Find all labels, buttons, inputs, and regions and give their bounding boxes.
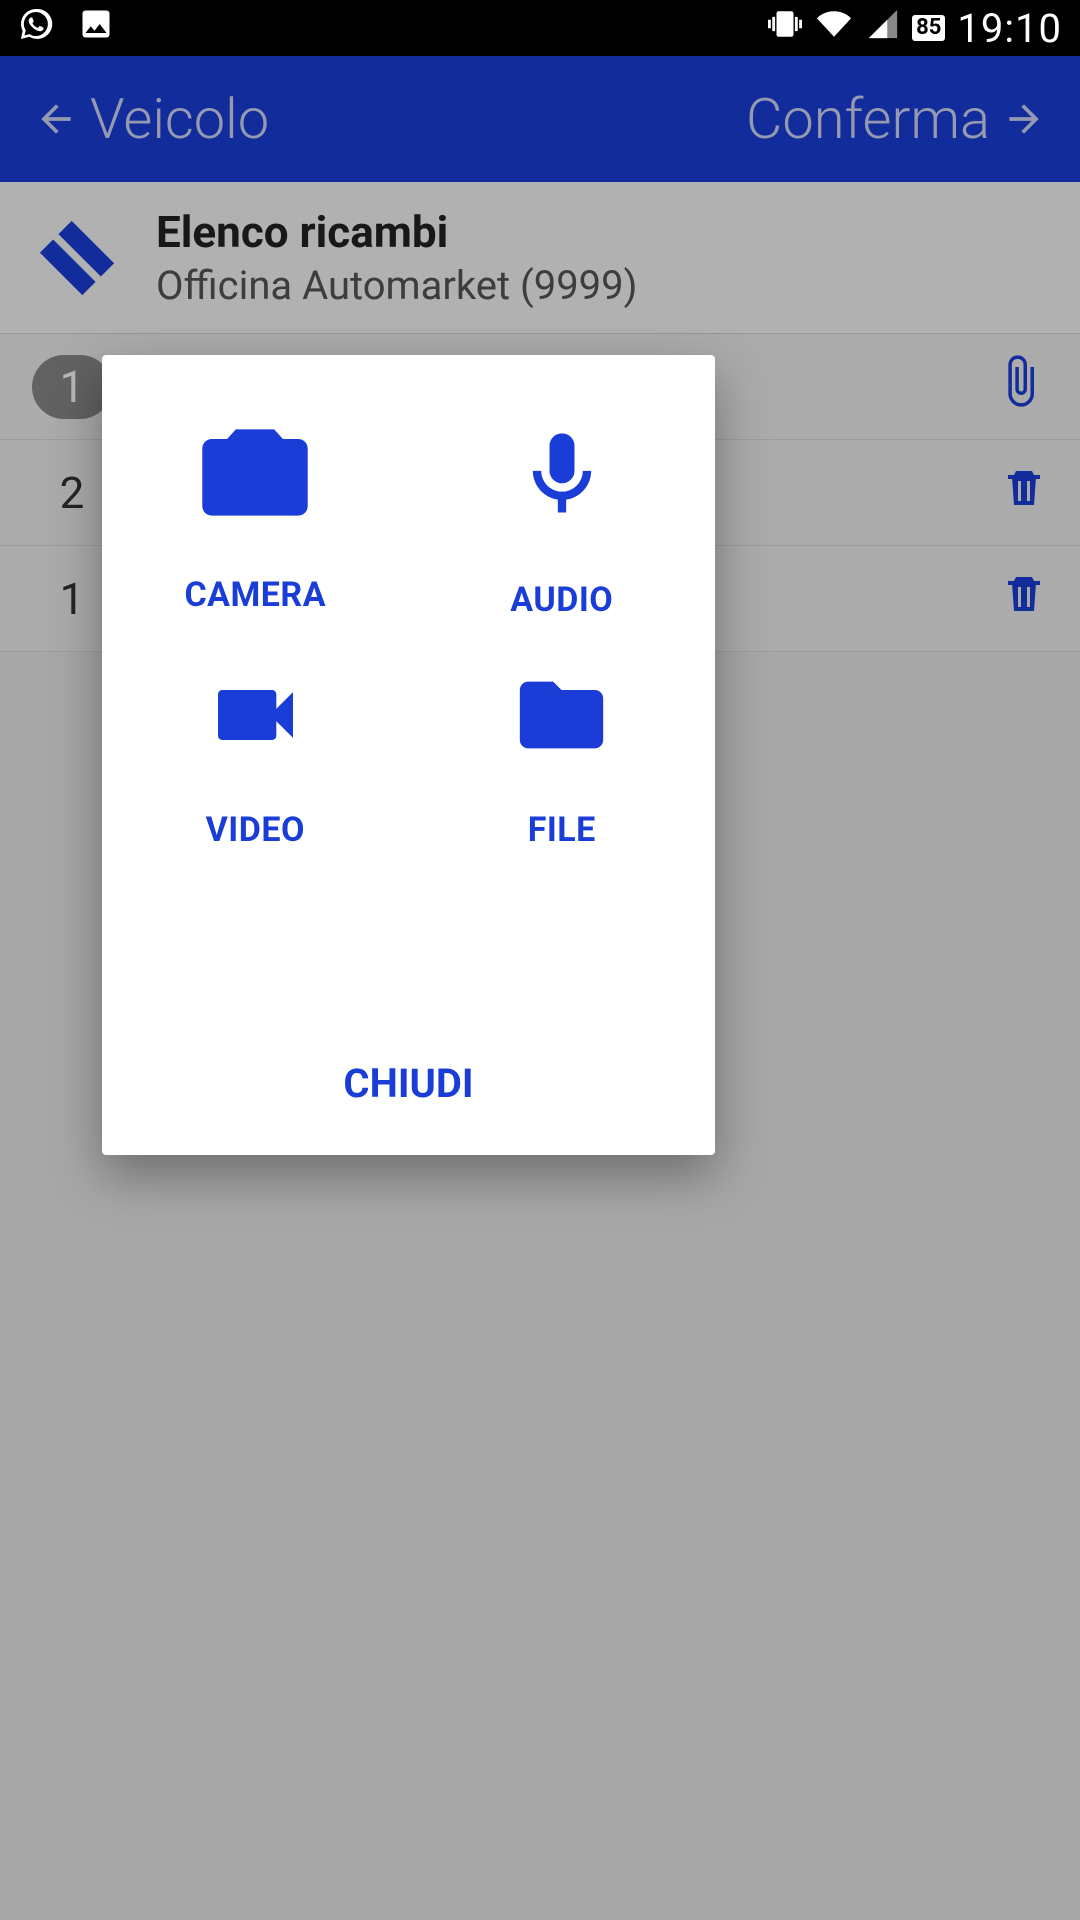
file-option[interactable]: FILE [409, 665, 716, 915]
audio-label: AUDIO [510, 580, 613, 620]
vibrate-icon [768, 7, 802, 50]
camera-option[interactable]: CAMERA [102, 415, 409, 665]
camera-label: CAMERA [184, 575, 326, 615]
camera-icon [190, 415, 320, 530]
wifi-icon [814, 7, 854, 50]
video-option[interactable]: VIDEO [102, 665, 409, 915]
battery-badge: 85 [912, 15, 945, 41]
folder-icon [499, 665, 624, 765]
close-button[interactable]: CHIUDI [102, 1020, 715, 1155]
audio-option[interactable]: AUDIO [409, 415, 716, 665]
file-label: FILE [528, 810, 596, 850]
microphone-icon [512, 415, 612, 535]
cell-signal-icon [866, 7, 900, 50]
whatsapp-icon [18, 6, 54, 51]
android-statusbar: 85 19:10 [0, 0, 1080, 56]
statusbar-clock: 19:10 [957, 5, 1062, 52]
image-notification-icon [78, 6, 114, 51]
video-icon [193, 665, 318, 765]
video-label: VIDEO [206, 810, 305, 850]
attachment-picker-dialog: CAMERA AUDIO VIDEO FILE CHIUDI [102, 355, 715, 1155]
